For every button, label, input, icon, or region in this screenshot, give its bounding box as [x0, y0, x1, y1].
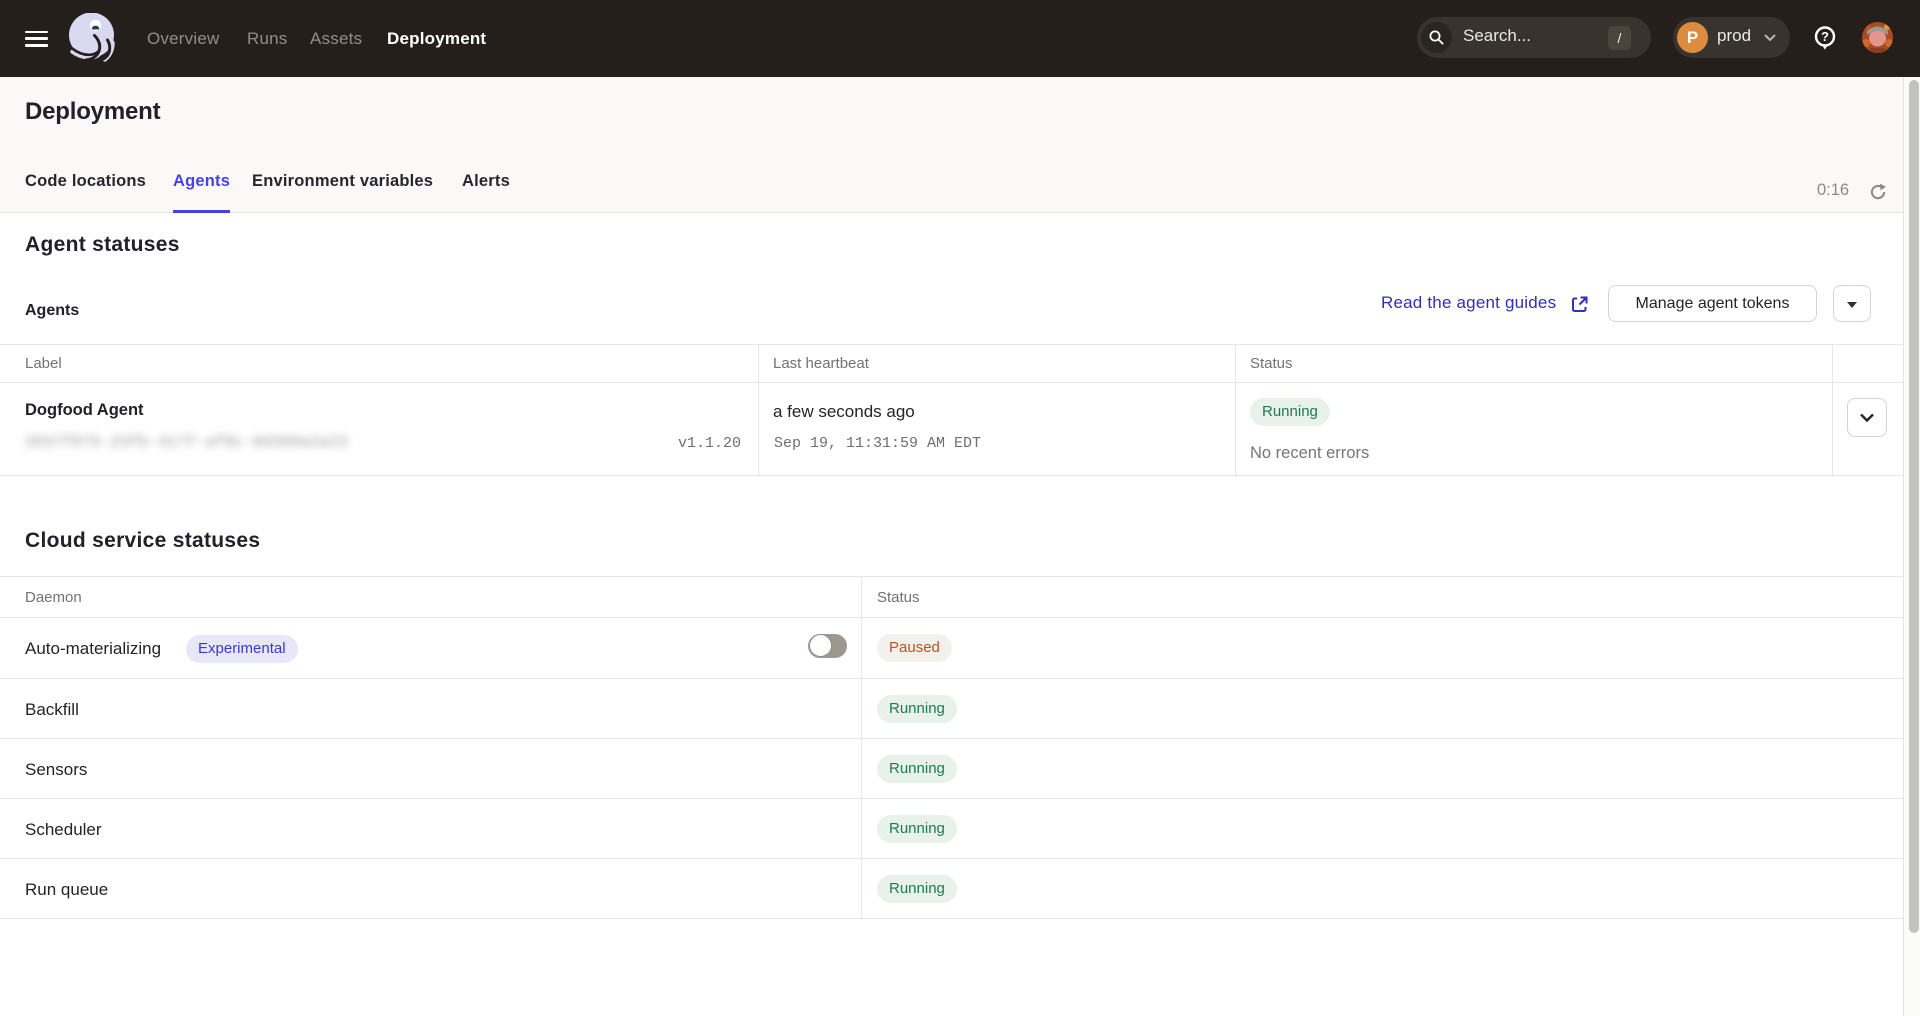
- svg-text:?: ?: [1821, 29, 1829, 44]
